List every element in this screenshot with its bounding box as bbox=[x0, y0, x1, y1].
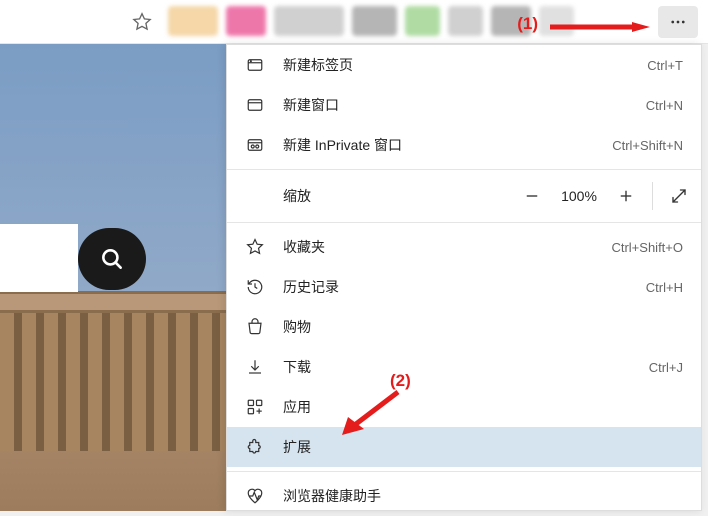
menu-item-apps[interactable]: 应用 bbox=[227, 387, 701, 427]
menu-label: 浏览器健康助手 bbox=[283, 486, 683, 506]
menu-item-new-window[interactable]: 新建窗口 Ctrl+N bbox=[227, 85, 701, 125]
apps-icon bbox=[245, 397, 265, 417]
menu-item-favorites[interactable]: 收藏夹 Ctrl+Shift+O bbox=[227, 227, 701, 267]
zoom-in-button[interactable] bbox=[604, 176, 648, 216]
menu-shortcut: Ctrl+N bbox=[646, 98, 683, 113]
inprivate-icon bbox=[245, 135, 265, 155]
menu-shortcut: Ctrl+J bbox=[649, 360, 683, 375]
fullscreen-button[interactable] bbox=[657, 176, 701, 216]
menu-item-history[interactable]: 历史记录 Ctrl+H bbox=[227, 267, 701, 307]
menu-item-health[interactable]: 浏览器健康助手 bbox=[227, 476, 701, 516]
minus-icon bbox=[523, 187, 541, 205]
shopping-icon bbox=[245, 317, 265, 337]
page-background bbox=[0, 44, 226, 511]
menu-label: 新建标签页 bbox=[283, 55, 647, 75]
browser-menu: 新建标签页 Ctrl+T 新建窗口 Ctrl+N 新建 InPrivate 窗口… bbox=[226, 44, 702, 511]
new-tab-icon bbox=[245, 55, 265, 75]
menu-label: 历史记录 bbox=[283, 277, 646, 297]
menu-item-new-tab[interactable]: 新建标签页 Ctrl+T bbox=[227, 45, 701, 85]
menu-label: 应用 bbox=[283, 397, 683, 417]
zoom-value: 100% bbox=[554, 188, 604, 204]
browser-toolbar bbox=[0, 0, 708, 44]
favorite-star-icon[interactable] bbox=[132, 12, 152, 32]
fullscreen-icon bbox=[670, 187, 688, 205]
menu-separator bbox=[227, 222, 701, 223]
menu-shortcut: Ctrl+Shift+O bbox=[611, 240, 683, 255]
search-button[interactable] bbox=[78, 228, 146, 290]
menu-item-extensions[interactable]: 扩展 bbox=[227, 427, 701, 467]
menu-item-shopping[interactable]: 购物 bbox=[227, 307, 701, 347]
health-icon bbox=[245, 486, 265, 506]
menu-label: 新建窗口 bbox=[283, 95, 646, 115]
menu-separator bbox=[227, 471, 701, 472]
zoom-out-button[interactable] bbox=[510, 176, 554, 216]
menu-item-new-inprivate[interactable]: 新建 InPrivate 窗口 Ctrl+Shift+N bbox=[227, 125, 701, 165]
toolbar-extensions-blurred bbox=[168, 6, 652, 36]
history-icon bbox=[245, 277, 265, 297]
download-icon bbox=[245, 357, 265, 377]
menu-shortcut: Ctrl+Shift+N bbox=[612, 138, 683, 153]
menu-label: 购物 bbox=[283, 317, 683, 337]
extensions-icon bbox=[245, 437, 265, 457]
menu-label: 收藏夹 bbox=[283, 237, 611, 257]
menu-label: 扩展 bbox=[283, 437, 683, 457]
new-window-icon bbox=[245, 95, 265, 115]
menu-label: 下载 bbox=[283, 357, 649, 377]
menu-item-zoom: 缩放 100% bbox=[227, 174, 701, 218]
menu-label: 新建 InPrivate 窗口 bbox=[283, 135, 612, 155]
menu-shortcut: Ctrl+H bbox=[646, 280, 683, 295]
menu-item-downloads[interactable]: 下载 Ctrl+J bbox=[227, 347, 701, 387]
menu-shortcut: Ctrl+T bbox=[647, 58, 683, 73]
search-icon bbox=[99, 246, 125, 272]
menu-separator bbox=[227, 169, 701, 170]
favorites-icon bbox=[245, 237, 265, 257]
ellipsis-icon bbox=[669, 13, 687, 31]
settings-and-more-button[interactable] bbox=[658, 6, 698, 38]
plus-icon bbox=[617, 187, 635, 205]
zoom-label: 缩放 bbox=[283, 186, 510, 206]
